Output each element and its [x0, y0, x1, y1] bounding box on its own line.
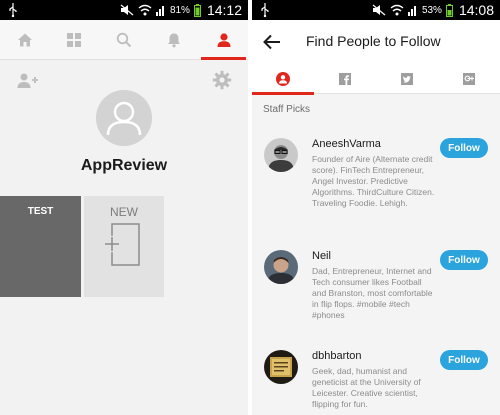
person-name[interactable]: Neil	[312, 250, 331, 262]
signal-icon	[407, 6, 416, 16]
search-icon	[116, 32, 131, 48]
battery-icon	[445, 3, 453, 17]
mute-icon	[372, 4, 386, 16]
twitter-icon	[401, 73, 413, 85]
back-arrow-icon[interactable]	[262, 32, 282, 52]
page-title: Find People to Follow	[306, 33, 441, 49]
person-bio: Dad, Entrepreneur, Internet and Tech con…	[312, 266, 433, 320]
status-bar: 81% 14:12	[0, 0, 248, 20]
source-tabs	[252, 64, 500, 95]
tab-search[interactable]	[99, 20, 148, 60]
board-tile-new[interactable]: NEW	[84, 196, 164, 297]
board-label: TEST	[27, 206, 54, 217]
user-icon	[276, 72, 290, 86]
avatar[interactable]	[264, 138, 298, 172]
person-photo-icon	[264, 350, 298, 384]
profile-avatar[interactable]	[96, 90, 152, 146]
wifi-icon	[138, 4, 152, 16]
status-bar: 53% 14:08	[252, 0, 500, 20]
tab-google-plus[interactable]	[438, 64, 500, 94]
person-name[interactable]: dbhbarton	[312, 350, 362, 362]
app-bar: Find People to Follow	[252, 20, 500, 64]
person-name[interactable]: AneeshVarma	[312, 138, 381, 150]
usb-icon	[9, 3, 17, 17]
person-photo-icon	[264, 250, 298, 284]
facebook-icon	[339, 73, 351, 85]
status-time: 14:12	[206, 2, 242, 18]
tab-home[interactable]	[0, 20, 49, 60]
tab-profile[interactable]	[199, 20, 248, 60]
tab-boards[interactable]	[49, 20, 98, 60]
section-title: Staff Picks	[263, 104, 311, 115]
avatar[interactable]	[264, 250, 298, 284]
battery-icon	[193, 3, 201, 17]
grid-icon	[66, 33, 81, 47]
mute-icon	[120, 4, 134, 16]
default-avatar-icon	[96, 90, 152, 146]
google-plus-icon	[463, 73, 475, 85]
status-time: 14:08	[458, 2, 494, 18]
tab-twitter[interactable]	[376, 64, 438, 94]
follow-button[interactable]: Follow	[440, 138, 488, 158]
add-board-icon	[104, 223, 140, 266]
find-people-screen: 53% 14:08 Find People to Follow Staff Pi…	[252, 0, 500, 415]
main-nav-tabs	[0, 20, 248, 60]
avatar[interactable]	[264, 350, 298, 384]
signal-icon	[155, 6, 164, 16]
person-bio: Founder of Aire (Alternate credit score)…	[312, 154, 435, 208]
follow-button[interactable]: Follow	[440, 350, 488, 370]
profile-name: AppReview	[80, 157, 168, 174]
person-photo-icon	[264, 138, 298, 172]
wifi-icon	[390, 4, 404, 16]
board-tile-test[interactable]: TEST	[0, 196, 81, 297]
home-icon	[17, 33, 32, 47]
settings-gear-button[interactable]	[212, 70, 232, 90]
add-friend-button[interactable]	[16, 72, 40, 90]
battery-percent: 81%	[169, 4, 190, 16]
profile-screen: 81% 14:12 AppReview TEST NEW	[0, 0, 248, 415]
user-icon	[217, 33, 230, 47]
app-screenshot-pair: 81% 14:12 AppReview TEST NEW 53% 14:08 F…	[0, 0, 500, 415]
tab-notifications[interactable]	[149, 20, 198, 60]
board-label: NEW	[110, 205, 138, 219]
tab-staff-picks[interactable]	[252, 64, 314, 95]
person-bio: Geek, dad, humanist and geneticist at th…	[312, 366, 421, 409]
usb-icon	[261, 3, 269, 17]
bell-icon	[167, 33, 180, 48]
tab-facebook[interactable]	[314, 64, 376, 94]
follow-button[interactable]: Follow	[440, 250, 488, 270]
battery-percent: 53%	[421, 4, 442, 16]
